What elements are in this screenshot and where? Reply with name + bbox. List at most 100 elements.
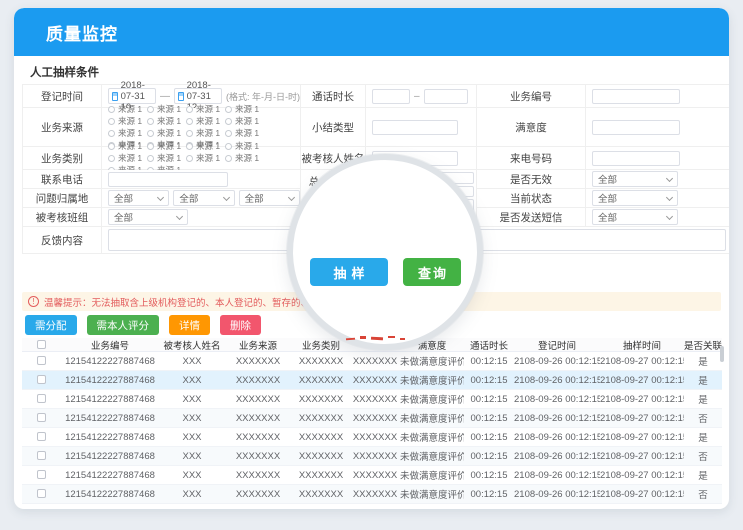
- label-register-time: 登记时间: [23, 85, 101, 107]
- radio-option[interactable]: 来源 1: [186, 140, 225, 152]
- table-row[interactable]: 12154122227887468 XXX XXXXXXX XXXXXXX XX…: [22, 409, 722, 428]
- cell-covered-column: XXXXXXX: [350, 375, 400, 386]
- table-row[interactable]: 12154122227887468 XXX XXXXXXX XXXXXXX XX…: [22, 371, 722, 390]
- satisfaction-input[interactable]: [592, 120, 680, 135]
- cell-satisfaction: 未做满意度评价: [400, 411, 464, 425]
- radio-circle-icon: [147, 155, 154, 162]
- radio-option[interactable]: 来源 1: [186, 103, 225, 115]
- chevron-down-icon: [288, 193, 295, 200]
- radio-option[interactable]: 来源 1: [147, 103, 186, 115]
- radio-circle-icon: [186, 118, 193, 125]
- radio-option[interactable]: 来源 1: [225, 127, 264, 139]
- reassign-button[interactable]: 需分配: [25, 315, 77, 335]
- warning-icon: !: [28, 296, 39, 307]
- cell-assessee-name: XXX: [160, 413, 224, 424]
- action-buttons: 需分配 需本人评分 详情 删除: [25, 315, 261, 335]
- duration-min-input[interactable]: [372, 89, 410, 104]
- row-checkbox[interactable]: [37, 375, 46, 384]
- assessed-team-select[interactable]: 全部: [108, 209, 188, 225]
- detail-button[interactable]: 详情: [169, 315, 210, 335]
- date-from-input[interactable]: 2018-07-31 10: [108, 88, 156, 104]
- radio-option[interactable]: 来源 1: [147, 127, 186, 139]
- duration-max-input[interactable]: [424, 89, 468, 104]
- business-no-input[interactable]: [592, 89, 680, 104]
- cell-sample-time: 2108-09-27 00:12:15: [600, 432, 684, 443]
- radio-option[interactable]: 来源 1: [108, 103, 147, 115]
- problem-region-select-3[interactable]: 全部: [239, 190, 300, 206]
- problem-region-select-2[interactable]: 全部: [173, 190, 234, 206]
- table-row[interactable]: 12154122227887468 XXX XXXXXXX XXXXXXX XX…: [22, 428, 722, 447]
- row-checkbox[interactable]: [37, 413, 46, 422]
- cell-assessee-name: XXX: [160, 375, 224, 386]
- radio-option[interactable]: 来源 1: [186, 127, 225, 139]
- caller-no-input[interactable]: [592, 151, 680, 166]
- cell-assessee-name: XXX: [160, 489, 224, 500]
- row-checkbox[interactable]: [37, 356, 46, 365]
- table-row[interactable]: 12154122227887468 XXX XXXXXXX XXXXXXX XX…: [22, 485, 722, 504]
- radio-option[interactable]: 来源 1: [147, 140, 186, 152]
- radio-option[interactable]: 来源 1: [147, 115, 186, 127]
- chevron-down-icon: [157, 193, 164, 200]
- radio-option[interactable]: 来源 1: [108, 140, 147, 152]
- cell-satisfaction: 未做满意度评价: [400, 449, 464, 463]
- current-status-select[interactable]: 全部: [592, 190, 678, 206]
- problem-region-select-1[interactable]: 全部: [108, 190, 169, 206]
- cell-is-linked: 否: [684, 449, 722, 463]
- table-row[interactable]: 12154122227887468 XXX XXXXXXX XXXXXXX XX…: [22, 390, 722, 409]
- cell-business-source: XXXXXXX: [224, 432, 292, 443]
- radio-option[interactable]: 来源 1: [225, 152, 264, 164]
- chevron-down-icon: [223, 193, 230, 200]
- self-score-button[interactable]: 需本人评分: [87, 315, 160, 335]
- radio-option[interactable]: 来源 1: [147, 152, 186, 164]
- column-header: 登记时间: [514, 338, 600, 352]
- radio-circle-icon: [225, 143, 232, 150]
- radio-circle-icon: [108, 130, 115, 137]
- radio-option[interactable]: 来源 1: [108, 152, 147, 164]
- radio-option[interactable]: 来源 1: [225, 115, 264, 127]
- date-format-hint: (格式: 年-月-日-时): [226, 90, 300, 103]
- row-checkbox[interactable]: [37, 470, 46, 479]
- query-button[interactable]: 查询: [403, 258, 461, 286]
- table-row[interactable]: 12154122227887468 XXX XXXXXXX XXXXXXX XX…: [22, 447, 722, 466]
- cell-sample-time: 2108-09-27 00:12:15: [600, 470, 684, 481]
- summary-type-input[interactable]: [372, 120, 458, 135]
- cell-call-duration: 00:12:15: [464, 394, 514, 405]
- cell-register-time: 2108-09-26 00:12:15: [514, 470, 600, 481]
- radio-option[interactable]: 来源 1: [225, 103, 264, 115]
- cell-satisfaction: 未做满意度评价: [400, 468, 464, 482]
- row-checkbox[interactable]: [37, 394, 46, 403]
- contact-phone-input[interactable]: [108, 172, 228, 187]
- radio-option[interactable]: 来源 1: [225, 140, 264, 152]
- radio-option[interactable]: 来源 1: [108, 115, 147, 127]
- radio-circle-icon: [108, 155, 115, 162]
- date-to-input[interactable]: 2018-07-31 12: [174, 88, 222, 104]
- cell-business-no: 12154122227887468: [60, 413, 160, 424]
- row-checkbox[interactable]: [37, 489, 46, 498]
- table-row[interactable]: 12154122227887468 XXX XXXXXXX XXXXXXX XX…: [22, 352, 722, 371]
- row-checkbox[interactable]: [37, 432, 46, 441]
- is-invalid-select[interactable]: 全部: [592, 171, 678, 187]
- duration-separator: –: [414, 91, 420, 102]
- label-feedback: 反馈内容: [23, 227, 101, 253]
- send-sms-select[interactable]: 全部: [592, 209, 678, 225]
- cell-register-time: 2108-09-26 00:12:15: [514, 432, 600, 443]
- row-checkbox[interactable]: [37, 451, 46, 460]
- cell-is-linked: 是: [684, 392, 722, 406]
- radio-circle-icon: [225, 118, 232, 125]
- cell-register-time: 2108-09-26 00:12:15: [514, 413, 600, 424]
- radio-option[interactable]: 来源 1: [186, 152, 225, 164]
- radio-circle-icon: [225, 106, 232, 113]
- table-row[interactable]: 12154122227887468 XXX XXXXXXX XXXXXXX XX…: [22, 466, 722, 485]
- select-all-checkbox[interactable]: [37, 340, 46, 349]
- cell-business-source: XXXXXXX: [224, 375, 292, 386]
- page-header: 质量监控: [14, 8, 729, 56]
- column-header: 业务来源: [224, 338, 292, 352]
- cell-business-category: XXXXXXX: [292, 432, 350, 443]
- scrollbar-thumb[interactable]: [720, 346, 724, 362]
- cell-sample-time: 2108-09-27 00:12:15: [600, 356, 684, 367]
- sample-button[interactable]: 抽样: [310, 258, 388, 286]
- radio-option[interactable]: 来源 1: [108, 127, 147, 139]
- label-satisfaction: 满意度: [477, 108, 585, 146]
- delete-button[interactable]: 删除: [220, 315, 261, 335]
- radio-option[interactable]: 来源 1: [186, 115, 225, 127]
